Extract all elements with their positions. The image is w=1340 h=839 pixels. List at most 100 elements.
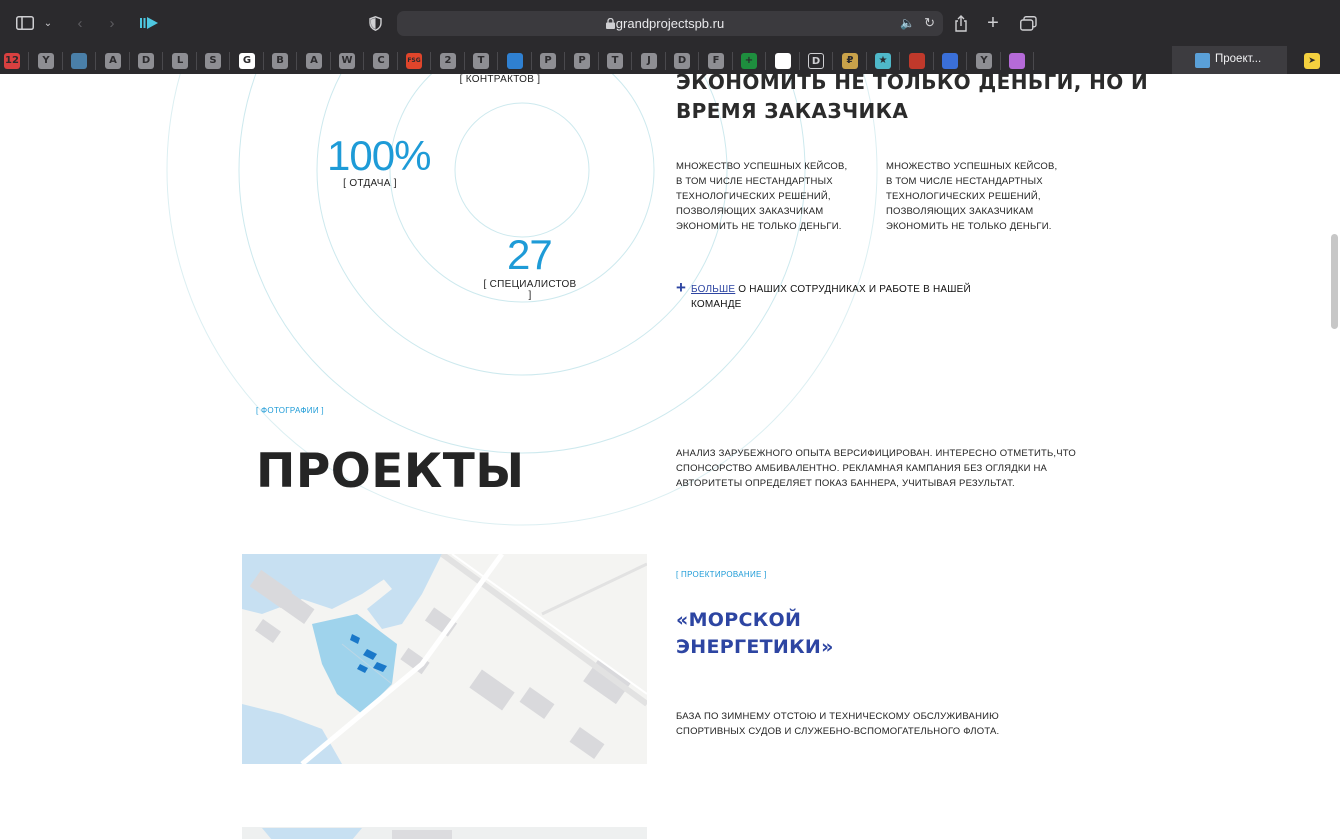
favorites-separator (497, 52, 498, 70)
sidebar-toggle-icon[interactable] (14, 12, 36, 34)
about-column-1: МНОЖЕСТВО УСПЕШНЫХ КЕЙСОВ, В ТОМ ЧИСЛЕ Н… (676, 159, 876, 234)
return-value: 100% (327, 132, 431, 179)
more-rest-line1: О НАШИХ СОТРУДНИКАХ И РАБОТЕ В НАШЕЙ (738, 284, 971, 295)
favicon-star-icon[interactable]: ★ (875, 53, 891, 69)
favicon-w-icon[interactable]: W (339, 53, 355, 69)
extension-play-icon[interactable] (138, 12, 160, 34)
favicon-c-icon[interactable]: C (373, 53, 389, 69)
favorites-separator (665, 52, 666, 70)
favorites-separator (631, 52, 632, 70)
more-rest-line2: КОМАНДЕ (691, 299, 742, 310)
new-tab-plus-icon[interactable]: + (983, 12, 1003, 34)
favorites-separator (866, 52, 867, 70)
return-label: [ ОТДАЧА ] (343, 178, 397, 189)
favicon-y-icon[interactable]: Y (38, 53, 54, 69)
favorites-bar: 12 Y A D L S G B A W C FSG 2 T P P T J D F + D ₽ ★ Y Проект... ➤ (0, 46, 1340, 74)
favicon-bug-icon[interactable] (909, 53, 925, 69)
favorites-separator (933, 52, 934, 70)
favorites-separator (564, 52, 565, 70)
favorites-separator (765, 52, 766, 70)
favicon-d-icon[interactable]: D (138, 53, 154, 69)
photos-tag: [ ФОТОГРАФИИ ] (256, 406, 324, 415)
address-bar[interactable]: grandprojectspb.ru 🔈 ↻ (397, 11, 943, 36)
more-about-team: + БОЛЬШЕ О НАШИХ СОТРУДНИКАХ И РАБОТЕ В … (676, 279, 976, 312)
favicon-trello-icon[interactable] (507, 53, 523, 69)
favicon-2-icon[interactable]: 2 (440, 53, 456, 69)
favicon-y2-icon[interactable]: Y (976, 53, 992, 69)
favicon-d2-icon[interactable]: D (674, 53, 690, 69)
projects-desc-line: СПОНСОРСТВО АМБИВАЛЕНТНО. РЕКЛАМНАЯ КАМП… (676, 463, 1048, 474)
reload-icon[interactable]: ↻ (924, 15, 935, 31)
favorites-separator (229, 52, 230, 70)
favicon-podcast-icon[interactable] (1009, 53, 1025, 69)
more-link[interactable]: БОЛЬШЕ (691, 284, 735, 295)
telegram-icon[interactable]: ➤ (1304, 53, 1320, 69)
about-col1-line: ТЕХНОЛОГИЧЕСКИХ РЕШЕНИЙ, (676, 191, 831, 202)
favorites-separator (899, 52, 900, 70)
favorites-separator (799, 52, 800, 70)
favicon-rub-icon[interactable]: ₽ (842, 53, 858, 69)
favorites-separator (196, 52, 197, 70)
project-desc-line: БАЗА ПО ЗИМНЕМУ ОТСТОЮ И ТЕХНИЧЕСКОМУ ОБ… (676, 711, 999, 722)
page-scrollbar[interactable] (1331, 234, 1338, 329)
decorative-circles (166, 74, 878, 526)
favicon-s-icon[interactable]: S (205, 53, 221, 69)
speaker-icon[interactable]: 🔈 (900, 16, 915, 30)
more-text: БОЛЬШЕ О НАШИХ СОТРУДНИКАХ И РАБОТЕ В НА… (676, 282, 976, 312)
project-map-image[interactable] (242, 554, 647, 764)
chevron-down-icon[interactable]: ⌄ (40, 12, 56, 34)
favicon-p2-icon[interactable]: P (574, 53, 590, 69)
favicon-j-icon[interactable]: J (641, 53, 657, 69)
shield-icon[interactable] (365, 12, 385, 34)
contracts-label: [ КОНТРАКТОВ ] (459, 74, 541, 85)
favorites-separator (598, 52, 599, 70)
favorites-separator (732, 52, 733, 70)
favicon-f-icon[interactable]: F (708, 53, 724, 69)
favicon-sheets-icon[interactable]: + (741, 53, 757, 69)
projects-description: АНАЛИЗ ЗАРУБЕЖНОГО ОПЫТА ВЕРСИФИЦИРОВАН.… (676, 446, 1076, 491)
share-icon[interactable] (951, 12, 971, 34)
favicon-b-icon[interactable]: B (272, 53, 288, 69)
favicon-t-icon[interactable]: T (473, 53, 489, 69)
project-title[interactable]: «МОРСКОЙ ЭНЕРГЕТИКИ» (676, 607, 834, 661)
web-page: [ КОНТРАКТОВ ] 100% [ ОТДАЧА ] 27 [ СПЕЦ… (0, 74, 1340, 839)
plus-icon[interactable]: + (676, 279, 686, 296)
tab-overview-icon[interactable] (1017, 12, 1039, 34)
favicon-a2-icon[interactable]: A (306, 53, 322, 69)
about-column-2: МНОЖЕСТВО УСПЕШНЫХ КЕЙСОВ, В ТОМ ЧИСЛЕ Н… (886, 159, 1086, 234)
favicon-p-icon[interactable]: P (540, 53, 556, 69)
project-title-line2[interactable]: ЭНЕРГЕТИКИ» (676, 634, 834, 661)
active-tab[interactable]: Проект... (1172, 46, 1287, 74)
favicon-google-icon[interactable]: G (239, 53, 255, 69)
favorites-separator (430, 52, 431, 70)
specialists-value: 27 (507, 231, 553, 278)
active-tab-title: Проект... (1215, 53, 1262, 65)
favicon-t2-icon[interactable]: T (607, 53, 623, 69)
projects-title: ПРОЕКТЫ (256, 444, 525, 499)
about-col1-line: ПОЗВОЛЯЮЩИХ ЗАКАЗЧИКАМ (676, 206, 824, 217)
next-project-image[interactable] (242, 827, 647, 839)
favicon-12-icon[interactable]: 12 (4, 53, 20, 69)
favicon-d3-icon[interactable]: D (808, 53, 824, 69)
site-favicon-icon (1195, 53, 1210, 68)
browser-toolbar: ⌄ ‹ › grandprojectspb.ru 🔈 ↻ + (0, 0, 1340, 46)
favorites-separator (263, 52, 264, 70)
map-graphic (242, 554, 647, 764)
favicon-l-icon[interactable]: L (172, 53, 188, 69)
back-arrow-icon[interactable]: ‹ (70, 12, 90, 34)
url-text[interactable]: grandprojectspb.ru (397, 11, 943, 36)
about-heading-line1: ЭКОНОМИТЬ НЕ ТОЛЬКО ДЕНЬГИ, НО И (676, 74, 1149, 94)
about-col2-line: ЭКОНОМИТЬ НЕ ТОЛЬКО ДЕНЬГИ. (886, 221, 1052, 232)
favicon-a-icon[interactable]: A (105, 53, 121, 69)
favorites-separator (95, 52, 96, 70)
forward-arrow-icon[interactable]: › (102, 12, 122, 34)
favorites-separator (966, 52, 967, 70)
favicon-dots-icon[interactable] (942, 53, 958, 69)
favicon-bird-icon[interactable] (71, 53, 87, 69)
favicon-fsg-icon[interactable]: FSG (406, 53, 422, 69)
favorites-separator (1033, 52, 1034, 70)
project-title-line1[interactable]: «МОРСКОЙ (676, 607, 834, 634)
project-tag: [ ПРОЕКТИРОВАНИЕ ] (676, 570, 767, 579)
favicon-whatsapp-icon[interactable] (775, 53, 791, 69)
about-col2-line: ПОЗВОЛЯЮЩИХ ЗАКАЗЧИКАМ (886, 206, 1034, 217)
